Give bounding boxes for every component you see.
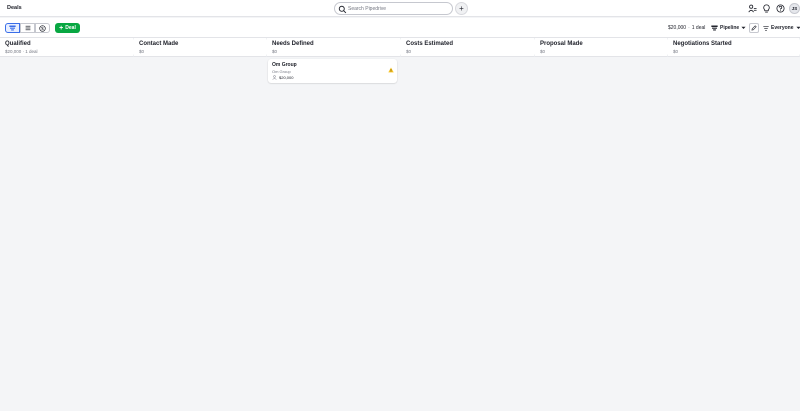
plus-icon: + xyxy=(59,24,64,32)
page-title: Deals xyxy=(7,5,22,11)
stage-name: Needs Defined xyxy=(272,41,314,47)
add-deal-label: Deal xyxy=(65,25,76,31)
chevron-down-icon xyxy=(741,26,746,29)
stage-header[interactable]: Contact Made $0 xyxy=(134,38,270,57)
top-bar: Deals + JS xyxy=(0,0,800,17)
stage-summary: $0 xyxy=(139,49,145,54)
stage-header[interactable]: Needs Defined $0 xyxy=(267,38,404,57)
deal-value: $20,000 xyxy=(272,75,293,80)
stage-name: Negotiations Started xyxy=(673,41,732,47)
summary-count: 1 deal xyxy=(691,25,706,31)
stage-column-contact-made: Contact Made $0 xyxy=(134,38,270,411)
stage-column-costs-estimated: Costs Estimated $0 xyxy=(401,38,538,411)
stage-name: Contact Made xyxy=(139,41,179,47)
avatar[interactable]: JS xyxy=(789,3,800,14)
quick-add-button[interactable]: + xyxy=(455,2,468,15)
summary-separator: · xyxy=(688,25,690,31)
pipeline-board: Qualified $20,000 · 1 deal Contact Made … xyxy=(0,38,800,411)
list-view-button[interactable] xyxy=(20,23,35,33)
stage-column-needs-defined: Needs Defined $0 xyxy=(267,38,404,411)
owner-filter[interactable]: Everyone xyxy=(763,23,800,33)
list-icon xyxy=(25,25,30,31)
stage-summary: $20,000 · 1 deal xyxy=(5,49,38,54)
stage-column-negotiations-started: Negotiations Started $0 xyxy=(668,38,800,411)
stage-name: Costs Estimated xyxy=(406,41,454,47)
stage-header[interactable]: Proposal Made $0 xyxy=(535,38,671,57)
add-deal-button[interactable]: + Deal xyxy=(55,23,80,33)
contacts-icon[interactable] xyxy=(747,3,758,14)
pipeline-view-button[interactable] xyxy=(5,23,20,33)
kanban-icon xyxy=(9,25,16,31)
deal-title: Om Group xyxy=(272,62,297,68)
stage-summary: $0 xyxy=(540,49,546,54)
toolbar: + Deal $20,000 · 1 deal Pipeline Everyone xyxy=(0,18,800,38)
edit-pipeline-button[interactable] xyxy=(749,23,759,33)
deal-organization: Om Group xyxy=(272,68,291,74)
forecast-view-button[interactable] xyxy=(35,23,50,33)
pipeline-icon xyxy=(711,25,718,31)
stage-summary: $0 xyxy=(406,49,412,54)
chevron-down-icon xyxy=(795,26,800,29)
person-icon xyxy=(272,75,277,80)
deal-card[interactable]: Om Group Om Group $20,000 xyxy=(268,59,397,83)
stage-name: Proposal Made xyxy=(540,41,583,47)
stage-header[interactable]: Negotiations Started $0 xyxy=(668,38,800,57)
help-icon[interactable] xyxy=(775,3,786,14)
search-box[interactable] xyxy=(334,2,453,15)
pencil-icon xyxy=(751,25,757,31)
lightbulb-icon[interactable] xyxy=(761,3,772,14)
owner-label: Everyone xyxy=(771,25,794,31)
stage-summary: $0 xyxy=(673,49,679,54)
stage-column-qualified: Qualified $20,000 · 1 deal xyxy=(0,38,137,411)
search-input[interactable] xyxy=(348,4,448,13)
stage-name: Qualified xyxy=(5,41,31,47)
stage-summary: $0 xyxy=(272,49,278,54)
pipeline-label: Pipeline xyxy=(720,25,740,31)
stage-column-proposal-made: Proposal Made $0 xyxy=(535,38,671,411)
pipeline-selector[interactable]: Pipeline xyxy=(711,23,746,33)
search-icon xyxy=(338,5,347,13)
stage-header[interactable]: Qualified $20,000 · 1 deal xyxy=(0,38,137,57)
stage-header[interactable]: Costs Estimated $0 xyxy=(401,38,538,57)
filter-icon xyxy=(763,25,769,31)
summary-value: $20,000 xyxy=(668,25,687,31)
dollar-circle-icon xyxy=(39,24,46,32)
pipeline-summary: $20,000 · 1 deal xyxy=(668,25,705,31)
deal-value-text: $20,000 xyxy=(279,75,294,80)
warning-icon[interactable] xyxy=(388,67,394,73)
